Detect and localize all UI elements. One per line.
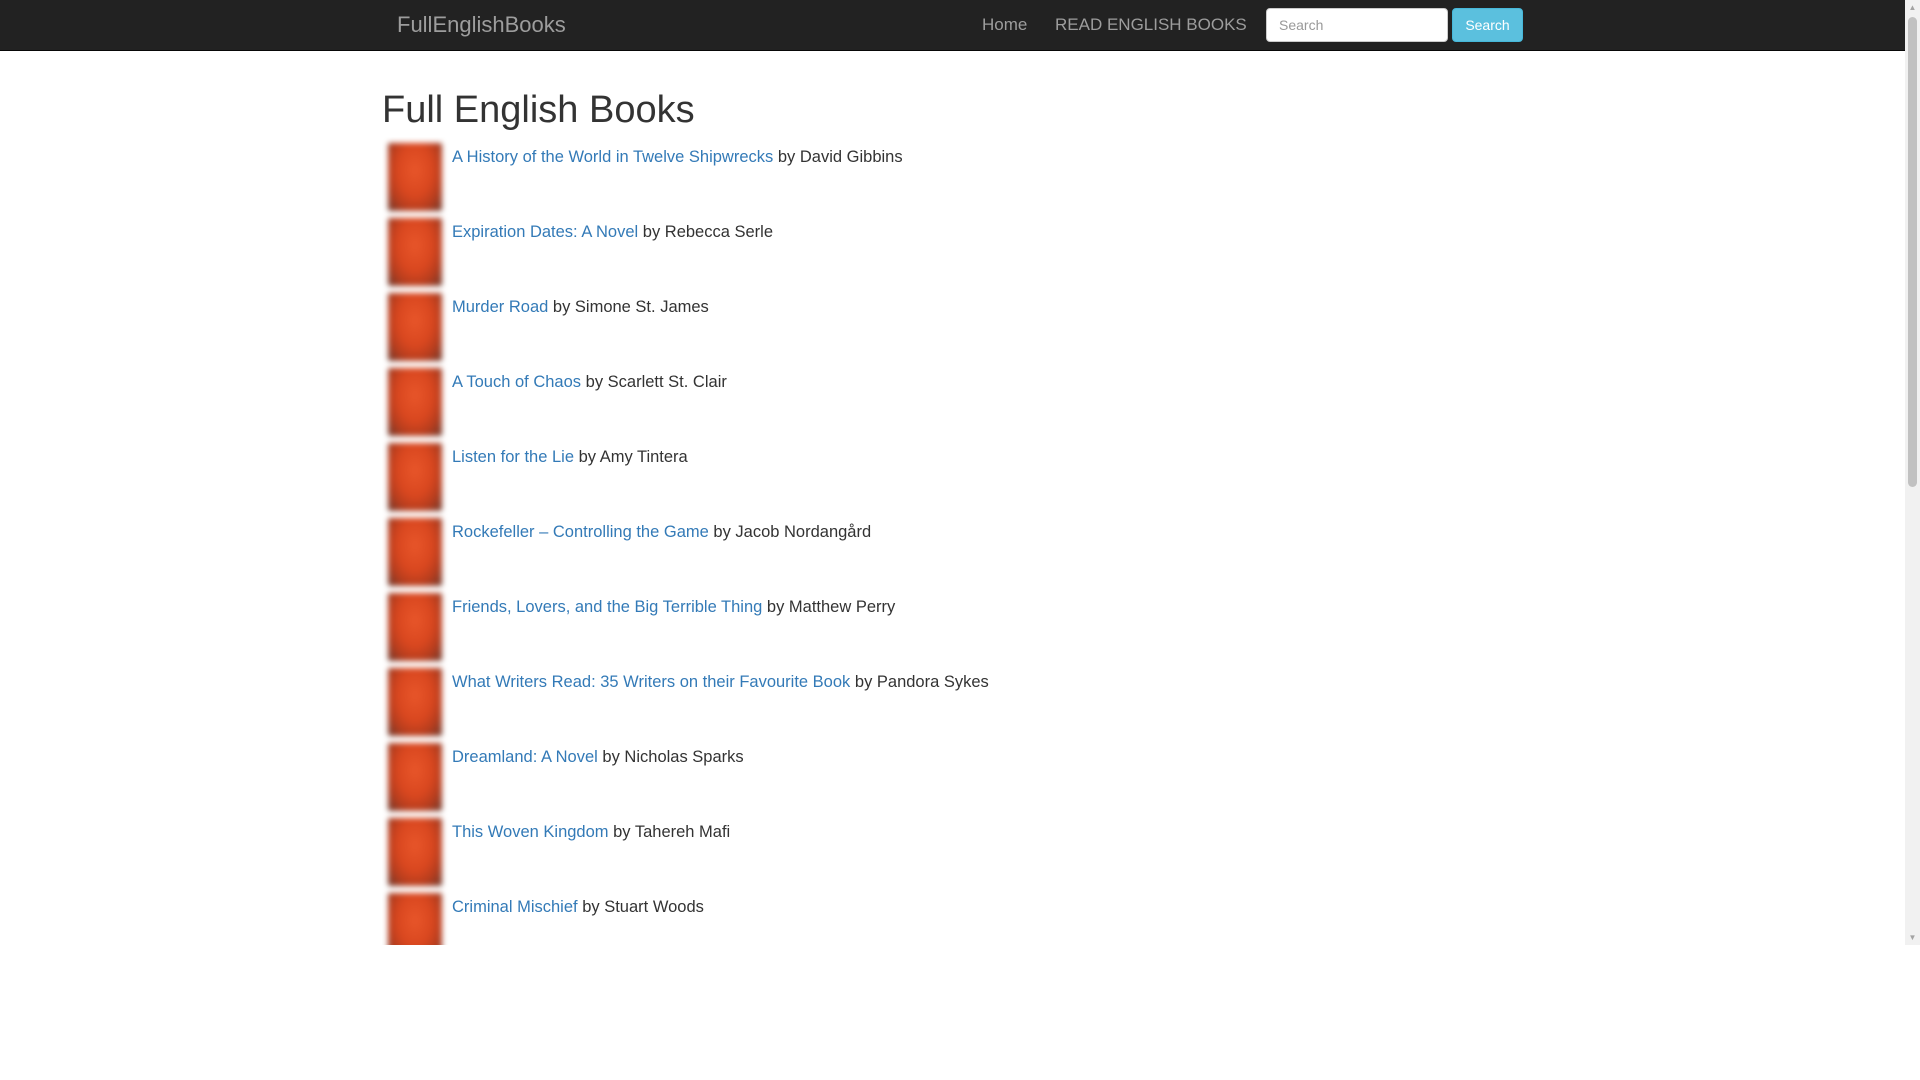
book-entry: This Woven Kingdom by Tahereh Mafi: [452, 822, 730, 842]
book-cover-image[interactable]: [388, 518, 442, 586]
book-title-link[interactable]: Murder Road: [452, 298, 548, 316]
scrollbar-thumb[interactable]: [1908, 17, 1917, 487]
book-author: by Rebecca Serle: [642, 223, 774, 241]
top-navbar: FullEnglishBooks Home READ ENGLISH BOOKS…: [0, 0, 1905, 51]
book-author: by Tahereh Mafi: [613, 823, 731, 841]
book-list-item: This Woven Kingdom by Tahereh Mafi: [382, 812, 1382, 887]
book-list-item: Friends, Lovers, and the Big Terrible Th…: [382, 587, 1382, 662]
book-list: A History of the World in Twelve Shipwre…: [382, 137, 1382, 945]
book-list-item: A Touch of Chaos by Scarlett St. Clair: [382, 362, 1382, 437]
book-cover-image[interactable]: [388, 893, 442, 945]
book-cover-image[interactable]: [388, 443, 442, 511]
search-input[interactable]: [1266, 8, 1448, 42]
book-list-item: Criminal Mischief by Stuart Woods: [382, 887, 1382, 945]
book-list-item: A History of the World in Twelve Shipwre…: [382, 137, 1382, 212]
book-title-link[interactable]: Rockefeller – Controlling the Game: [452, 523, 709, 541]
scroll-down-arrow-icon[interactable]: ▼: [1905, 930, 1920, 945]
book-list-item: Dreamland: A Novel by Nicholas Sparks: [382, 737, 1382, 812]
book-cover-image[interactable]: [388, 818, 442, 886]
book-cover-image[interactable]: [388, 218, 442, 286]
search-button[interactable]: Search: [1452, 8, 1523, 42]
book-entry: A Touch of Chaos by Scarlett St. Clair: [452, 372, 727, 392]
book-author: by Amy Tintera: [578, 448, 688, 466]
book-author: by Matthew Perry: [766, 598, 896, 616]
book-cover-image[interactable]: [388, 668, 442, 736]
book-list-item: What Writers Read: 35 Writers on their F…: [382, 662, 1382, 737]
book-author: by Jacob Nordangård: [713, 523, 872, 541]
brand-link[interactable]: FullEnglishBooks: [397, 14, 566, 36]
book-cover-image[interactable]: [388, 143, 442, 211]
book-entry: A History of the World in Twelve Shipwre…: [452, 147, 903, 167]
book-entry: Listen for the Lie by Amy Tintera: [452, 447, 688, 467]
page-title: Full English Books: [382, 89, 695, 131]
book-author: by Simone St. James: [552, 298, 709, 316]
book-entry: Dreamland: A Novel by Nicholas Sparks: [452, 747, 744, 767]
book-entry: Rockefeller – Controlling the Game by Ja…: [452, 522, 871, 542]
book-list-item: Listen for the Lie by Amy Tintera: [382, 437, 1382, 512]
book-title-link[interactable]: A History of the World in Twelve Shipwre…: [452, 148, 773, 166]
book-title-link[interactable]: A Touch of Chaos: [452, 373, 581, 391]
book-entry: Criminal Mischief by Stuart Woods: [452, 897, 704, 917]
book-list-item: Expiration Dates: A Novel by Rebecca Ser…: [382, 212, 1382, 287]
book-cover-image[interactable]: [388, 593, 442, 661]
book-cover-image[interactable]: [388, 293, 442, 361]
book-author: by Stuart Woods: [582, 898, 704, 916]
nav-read-english-books-link[interactable]: READ ENGLISH BOOKS: [1055, 15, 1247, 35]
book-title-link[interactable]: This Woven Kingdom: [452, 823, 609, 841]
book-entry: What Writers Read: 35 Writers on their F…: [452, 672, 989, 692]
scroll-up-arrow-icon[interactable]: ▲: [1905, 0, 1920, 15]
book-author: by Pandora Sykes: [854, 673, 989, 691]
book-author: by David Gibbins: [777, 148, 903, 166]
book-author: by Scarlett St. Clair: [585, 373, 727, 391]
book-title-link[interactable]: Dreamland: A Novel: [452, 748, 598, 766]
book-entry: Murder Road by Simone St. James: [452, 297, 709, 317]
book-title-link[interactable]: What Writers Read: 35 Writers on their F…: [452, 673, 850, 691]
book-title-link[interactable]: Friends, Lovers, and the Big Terrible Th…: [452, 598, 762, 616]
book-author: by Nicholas Sparks: [602, 748, 744, 766]
book-entry: Expiration Dates: A Novel by Rebecca Ser…: [452, 222, 773, 242]
book-title-link[interactable]: Expiration Dates: A Novel: [452, 223, 638, 241]
book-entry: Friends, Lovers, and the Big Terrible Th…: [452, 597, 895, 617]
book-title-link[interactable]: Criminal Mischief: [452, 898, 578, 916]
book-title-link[interactable]: Listen for the Lie: [452, 448, 574, 466]
book-list-item: Murder Road by Simone St. James: [382, 287, 1382, 362]
book-list-item: Rockefeller – Controlling the Game by Ja…: [382, 512, 1382, 587]
nav-home-link[interactable]: Home: [982, 15, 1027, 35]
book-cover-image[interactable]: [388, 743, 442, 811]
vertical-scrollbar[interactable]: ▲ ▼: [1905, 0, 1920, 945]
book-cover-image[interactable]: [388, 368, 442, 436]
